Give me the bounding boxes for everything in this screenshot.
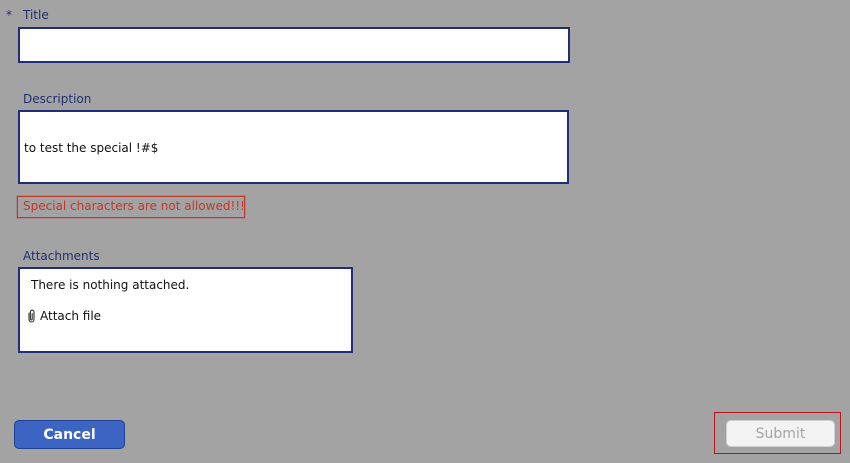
submit-highlight-frame: Submit — [714, 412, 841, 454]
description-value: to test the special !#$ — [24, 141, 159, 155]
description-label: Description — [23, 92, 92, 106]
validation-error-text: Special characters are not allowed!!! — [23, 199, 245, 213]
attachments-box: There is nothing attached. Attach file — [18, 267, 353, 353]
attach-file-label: Attach file — [40, 309, 102, 323]
submit-button-label: Submit — [755, 425, 806, 442]
cancel-button-label: Cancel — [43, 426, 96, 443]
submit-button[interactable]: Submit — [726, 420, 835, 447]
paperclip-icon — [28, 309, 35, 323]
description-textarea[interactable]: to test the special !#$ — [18, 110, 569, 184]
cancel-button[interactable]: Cancel — [14, 420, 125, 449]
title-input[interactable] — [18, 27, 570, 63]
title-label: Title — [23, 8, 49, 22]
attach-file-link[interactable]: Attach file — [26, 309, 101, 323]
required-marker: * — [6, 8, 12, 22]
attachments-label: Attachments — [23, 249, 100, 263]
validation-error-box: Special characters are not allowed!!! — [17, 196, 245, 218]
attachments-empty-message: There is nothing attached. — [31, 278, 190, 292]
